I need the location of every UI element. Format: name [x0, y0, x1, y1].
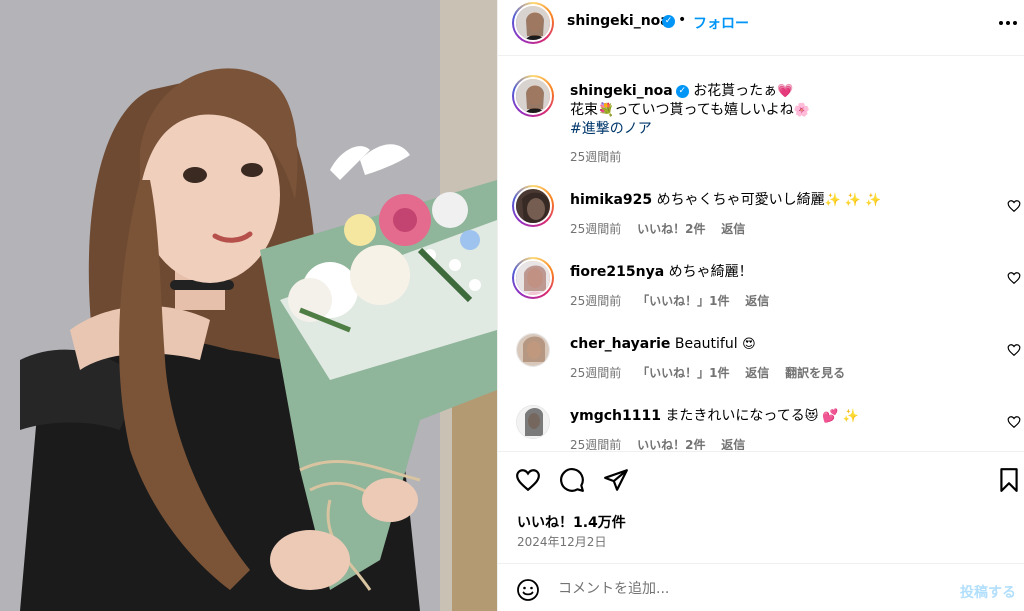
comment-likes[interactable]: いいね！2件 [637, 438, 705, 450]
comment-time[interactable]: 25週間前 [570, 294, 621, 308]
follow-button[interactable]: フォロー [693, 13, 749, 33]
comment-like-heart-icon[interactable] [1007, 271, 1021, 285]
comment-likes[interactable]: 「いいね！」1件 [637, 366, 729, 380]
comment-text: ymgch1111 またきれいになってる😻 💕 ✨ [570, 407, 859, 426]
comment-body: めちゃ綺麗！ [668, 264, 753, 280]
comment-input[interactable] [558, 576, 938, 602]
caption-line2a: 花束 [570, 102, 598, 118]
comment-meta: 25週間前 「いいね！」1件 返信 翻訳を見る [570, 364, 857, 381]
post-sidebar: shingeki_noa ✓ • フォロー shingeki_noa ✓ お花貰っ… [497, 0, 1024, 611]
comment-like-heart-icon[interactable] [1007, 343, 1021, 357]
comment-avatar-image [514, 187, 552, 225]
caption-avatar[interactable] [512, 75, 554, 117]
blossom-emoji: 🌸 [793, 103, 810, 118]
reply-button[interactable]: 返信 [745, 294, 769, 308]
reply-button[interactable]: 返信 [745, 366, 769, 380]
comment-text: himika925 めちゃくちゃ可愛いし綺麗✨ ✨ ✨ [570, 191, 881, 210]
reply-button[interactable]: 返信 [721, 438, 745, 450]
comment-username[interactable]: fiore215nya [570, 264, 664, 280]
caption-line1: お花貰ったぁ [693, 83, 778, 99]
caption-text: shingeki_noa ✓ お花貰ったぁ💗 花束💐っていつ貰っても嬉しいよね🌸 … [570, 82, 810, 139]
heart-icon[interactable] [515, 467, 541, 493]
comment-composer: 投稿する [498, 563, 1024, 611]
comment-avatar[interactable] [516, 333, 550, 367]
separator-dot: • [678, 12, 687, 28]
comment-meta: 25週間前 「いいね！」1件 返信 [570, 292, 781, 309]
emoji-icon[interactable] [516, 578, 540, 602]
bookmark-icon[interactable] [996, 467, 1022, 493]
comment-avatar-image [514, 259, 552, 297]
caption-line2b: っていつ貰っても嬉しいよね [614, 102, 794, 118]
heart-emoji: 💗 [777, 84, 794, 99]
comment-text: fiore215nya めちゃ綺麗！ [570, 263, 753, 282]
comment-like-heart-icon[interactable] [1007, 415, 1021, 429]
post-comment-button[interactable]: 投稿する [960, 582, 1016, 602]
bouquet-emoji: 💐 [598, 103, 615, 118]
comment-meta: 25週間前 いいね！2件 返信 [570, 436, 757, 450]
emoji-group: 😻 💕 ✨ [804, 409, 859, 424]
comment-likes[interactable]: いいね！2件 [637, 222, 705, 236]
comment-avatar[interactable] [516, 405, 550, 439]
comment-text: cher_hayarie Beautiful 😍 [570, 335, 756, 354]
comment-likes[interactable]: 「いいね！」1件 [637, 294, 729, 308]
author-avatar-image [514, 4, 552, 42]
comment-icon[interactable] [559, 467, 585, 493]
post-header: shingeki_noa ✓ • フォロー [498, 0, 1024, 56]
more-icon[interactable] [997, 13, 1019, 33]
author-username[interactable]: shingeki_noa [567, 13, 670, 29]
comment-body: またきれいになってる [665, 408, 805, 424]
comment-meta: 25週間前 いいね！2件 返信 [570, 220, 757, 237]
comment-avatar[interactable] [512, 185, 554, 227]
likes-count[interactable]: いいね！1.4万件 [517, 512, 626, 532]
verified-icon: ✓ [662, 15, 675, 28]
comment-body: Beautiful [674, 336, 738, 352]
comment-time[interactable]: 25週間前 [570, 222, 621, 236]
comment-username[interactable]: himika925 [570, 192, 652, 208]
post-image [0, 0, 497, 611]
comment-username[interactable]: ymgch1111 [570, 408, 661, 424]
action-bar: いいね！1.4万件 2024年12月2日 [498, 451, 1024, 563]
comments-list[interactable]: shingeki_noa ✓ お花貰ったぁ💗 花束💐っていつ貰っても嬉しいよね🌸 … [498, 57, 1024, 450]
verified-icon: ✓ [675, 84, 689, 98]
comment-time[interactable]: 25週間前 [570, 366, 621, 380]
caption-time[interactable]: 25週間前 [570, 150, 621, 164]
comment-username[interactable]: cher_hayarie [570, 336, 670, 352]
post-photo[interactable] [0, 0, 497, 611]
comment-body: めちゃくちゃ可愛いし綺麗 [656, 192, 825, 208]
comment-time[interactable]: 25週間前 [570, 438, 621, 450]
caption-avatar-image [514, 77, 552, 115]
caption-username[interactable]: shingeki_noa [570, 83, 673, 99]
comment-like-heart-icon[interactable] [1007, 199, 1021, 213]
comment-avatar[interactable] [512, 257, 554, 299]
heart-eyes-emoji: 😍 [742, 337, 756, 352]
caption-meta: 25週間前 [570, 148, 633, 165]
share-icon[interactable] [603, 467, 629, 493]
translate-button[interactable]: 翻訳を見る [785, 366, 845, 380]
post-date: 2024年12月2日 [517, 535, 607, 549]
hashtag-link[interactable]: #進撃のノア [570, 121, 652, 137]
sparkles-emoji: ✨ ✨ ✨ [824, 193, 882, 208]
reply-button[interactable]: 返信 [721, 222, 745, 236]
author-avatar[interactable] [512, 2, 554, 44]
